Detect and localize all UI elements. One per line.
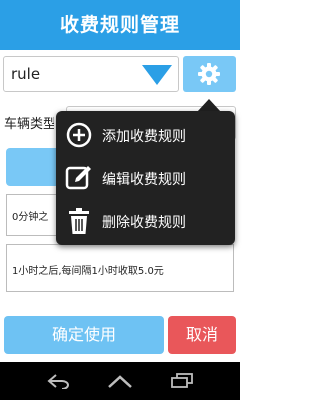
gear-icon: [198, 63, 220, 85]
menu-item-label: 添加收费规则: [102, 129, 186, 145]
home-icon[interactable]: [106, 373, 134, 389]
rule-item-text: 1小时之后,每间隔1小时收取5.0元: [12, 266, 164, 277]
vehicle-type-label: 车辆类型: [4, 117, 54, 132]
rule-item[interactable]: 1小时之后,每间隔1小时收取5.0元: [6, 244, 234, 292]
edit-icon: [65, 166, 91, 190]
menu-item-edit-rule[interactable]: 编辑收费规则: [56, 156, 235, 200]
menu-item-add-rule[interactable]: 添加收费规则: [56, 113, 235, 157]
cancel-button[interactable]: 取消: [168, 316, 236, 354]
rule-selector-value: rule: [11, 65, 41, 83]
system-nav-bar: [0, 362, 240, 400]
trash-icon: [69, 208, 89, 234]
add-circle-icon: [66, 122, 92, 148]
page-title: 收费规则管理: [59, 14, 180, 36]
settings-button[interactable]: [183, 56, 236, 92]
menu-item-delete-rule[interactable]: 删除收费规则: [56, 199, 235, 243]
back-icon[interactable]: [46, 373, 72, 389]
recent-apps-icon[interactable]: [170, 373, 194, 389]
dropdown-arrow-icon: [142, 65, 172, 85]
popup-menu: 添加收费规则 编辑收费规则 删除收费规则: [56, 111, 235, 245]
confirm-button[interactable]: 确定使用: [4, 316, 164, 354]
menu-item-label: 删除收费规则: [102, 215, 186, 231]
rule-selector[interactable]: rule: [3, 56, 179, 92]
title-bar: 收费规则管理: [0, 0, 240, 50]
menu-item-label: 编辑收费规则: [102, 172, 186, 188]
rule-item-text: 0分钟之: [12, 212, 49, 223]
